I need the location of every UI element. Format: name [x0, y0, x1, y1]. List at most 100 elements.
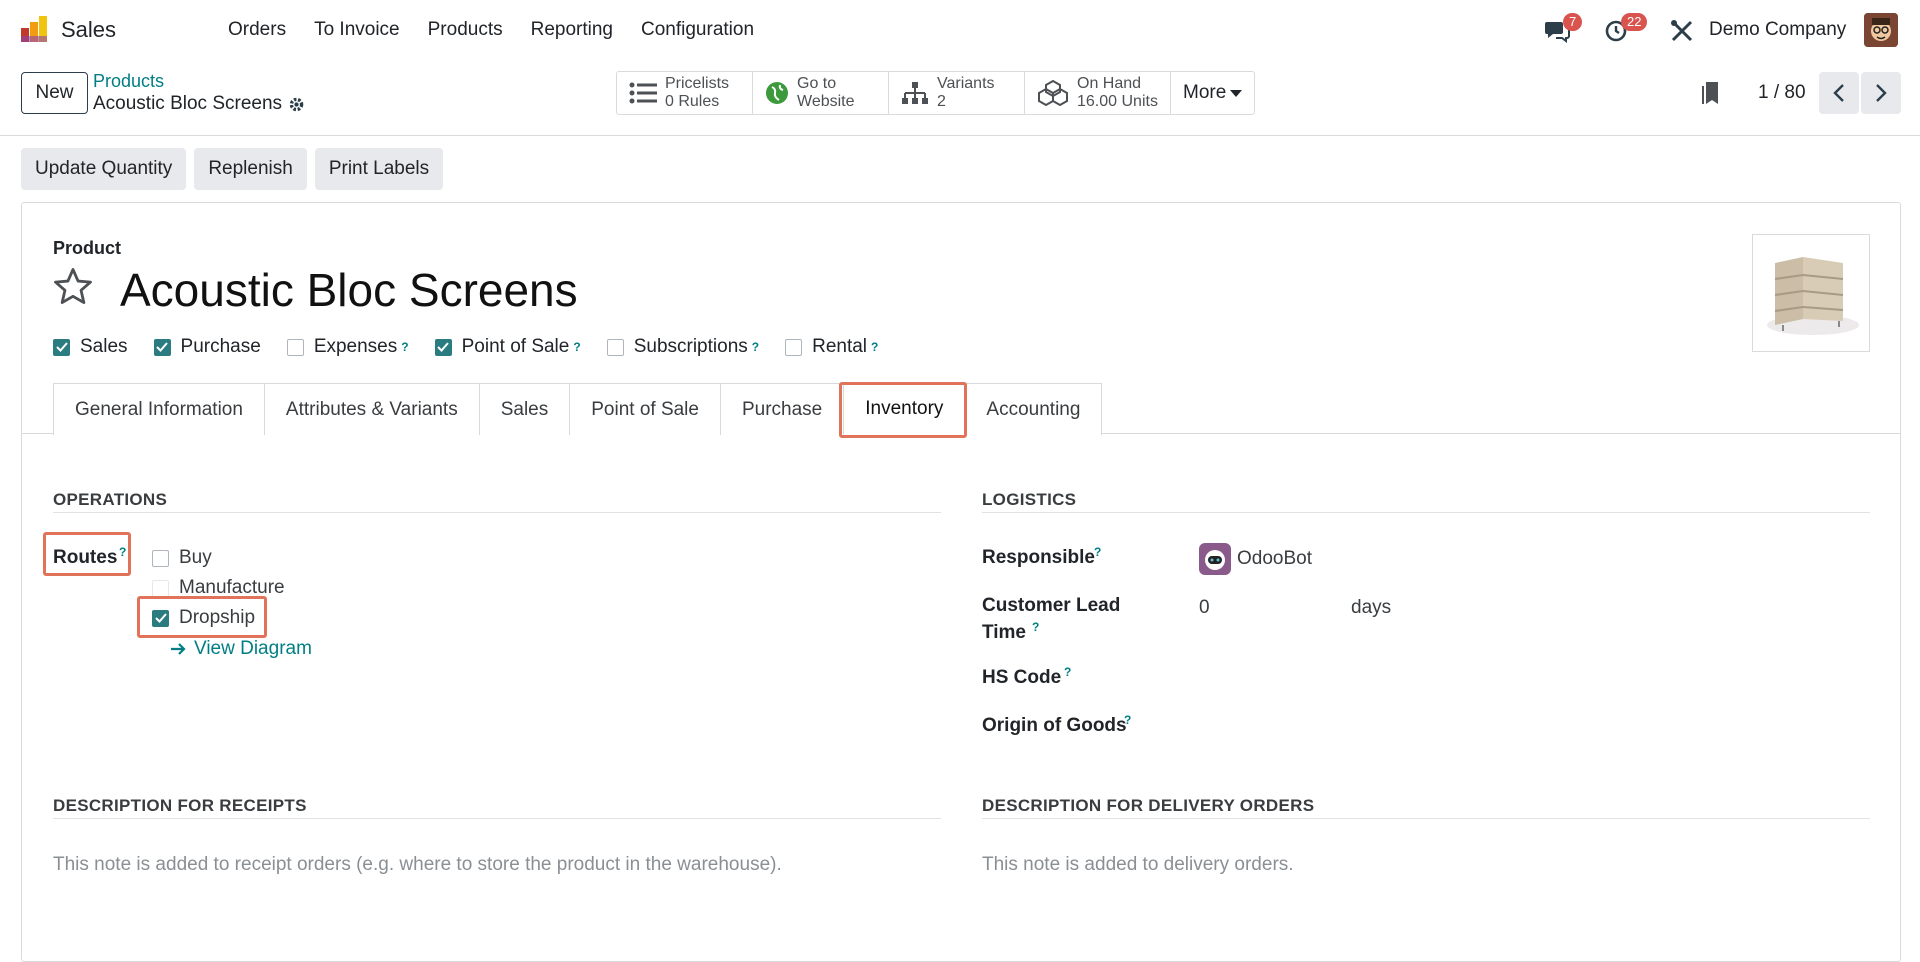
route-dropship[interactable]: Dropship: [152, 607, 255, 629]
receipts-description-title: DESCRIPTION FOR RECEIPTS: [53, 796, 307, 815]
tab-inventory[interactable]: Inventory: [843, 383, 966, 435]
more-button[interactable]: More: [1171, 72, 1254, 114]
variants-button[interactable]: Variants 2: [889, 72, 1025, 114]
lead-time-input[interactable]: 0: [1199, 597, 1210, 619]
new-button[interactable]: New: [21, 72, 88, 114]
hs-code-input[interactable]: [1199, 664, 1499, 692]
website-title: Go to: [797, 75, 837, 92]
globe-icon: [766, 82, 788, 104]
help-icon[interactable]: ?: [401, 340, 408, 354]
product-name[interactable]: Acoustic Bloc Screens: [120, 263, 578, 317]
pager-value[interactable]: 1 / 80: [1758, 82, 1806, 104]
flag-point-of-sale[interactable]: Point of Sale?: [434, 336, 581, 358]
app-logo-icon[interactable]: [19, 14, 49, 44]
product-image[interactable]: [1752, 234, 1870, 352]
menu-products[interactable]: Products: [428, 19, 503, 41]
flag-label: Rental: [812, 336, 868, 357]
breadcrumb-products[interactable]: Products: [93, 71, 164, 92]
user-avatar-icon: [1864, 13, 1898, 47]
route-manufacture[interactable]: Manufacture: [152, 577, 285, 599]
tab-attributes-variants[interactable]: Attributes & Variants: [263, 383, 480, 435]
flag-sales[interactable]: Sales: [53, 336, 128, 358]
flag-label: Point of Sale: [461, 336, 570, 357]
flag-rental[interactable]: Rental?: [785, 336, 878, 358]
receipts-description-input[interactable]: This note is added to receipt orders (e.…: [53, 854, 782, 876]
flag-subscriptions[interactable]: Subscriptions?: [606, 336, 759, 358]
lead-time-label-line-1: Customer Lead: [982, 595, 1121, 616]
checkbox-sales[interactable]: [53, 338, 70, 356]
pricelists-title: Pricelists: [665, 75, 730, 92]
check-icon: [55, 342, 68, 352]
help-icon[interactable]: ?: [1094, 545, 1101, 559]
logistics-title: LOGISTICS: [982, 490, 1077, 509]
variants-value: 2: [937, 93, 946, 110]
update-quantity-button[interactable]: Update Quantity: [21, 148, 187, 190]
menu-to-invoice[interactable]: To Invoice: [314, 19, 400, 41]
menu-reporting[interactable]: Reporting: [531, 19, 613, 41]
product-flags: Sales Purchase Expenses? Point of Sale? …: [53, 336, 904, 358]
chevron-right-icon: [1876, 84, 1887, 102]
tab-accounting[interactable]: Accounting: [964, 383, 1103, 435]
notebook-tabs: General Information Attributes & Variant…: [53, 383, 1103, 435]
checkbox-point-of-sale[interactable]: [434, 338, 452, 356]
operations-title: OPERATIONS: [53, 490, 168, 509]
flag-label: Purchase: [180, 336, 261, 357]
checkbox-purchase[interactable]: [153, 338, 171, 356]
caret-down-icon: [1230, 90, 1243, 97]
help-icon[interactable]: ?: [752, 340, 759, 354]
help-icon[interactable]: ?: [1064, 665, 1071, 679]
responsible-field[interactable]: OdooBot: [1199, 543, 1312, 575]
tools-icon[interactable]: [1669, 18, 1695, 44]
on-hand-button[interactable]: On Hand 16.00 Units: [1025, 72, 1171, 114]
menu-configuration[interactable]: Configuration: [641, 19, 754, 41]
view-diagram-link[interactable]: View Diagram: [170, 638, 312, 660]
breadcrumb-current-label: Acoustic Bloc Screens: [93, 93, 283, 114]
tab-sales[interactable]: Sales: [478, 383, 571, 435]
checkbox-manufacture[interactable]: [152, 579, 169, 597]
route-buy[interactable]: Buy: [152, 547, 212, 569]
routes-label: Routes: [53, 547, 118, 568]
tab-purchase[interactable]: Purchase: [719, 383, 845, 435]
product-label: Product: [53, 238, 122, 258]
pager-next-button[interactable]: [1861, 72, 1901, 114]
control-panel: New Products Acoustic Bloc Screens Price…: [0, 60, 1920, 136]
tab-point-of-sale[interactable]: Point of Sale: [569, 383, 721, 435]
more-label: More: [1183, 82, 1227, 103]
help-icon[interactable]: ?: [871, 340, 878, 354]
flag-expenses[interactable]: Expenses?: [286, 336, 409, 358]
checkbox-subscriptions[interactable]: [606, 338, 624, 356]
help-icon[interactable]: ?: [1032, 620, 1039, 634]
tab-general-information[interactable]: General Information: [53, 383, 265, 435]
app-name[interactable]: Sales: [61, 17, 116, 43]
replenish-button[interactable]: Replenish: [194, 148, 307, 190]
receipts-separator: [53, 818, 941, 819]
delivery-description-input[interactable]: This note is added to delivery orders.: [982, 854, 1294, 876]
user-avatar[interactable]: [1864, 13, 1898, 47]
view-diagram-label: View Diagram: [194, 638, 312, 659]
menu-orders[interactable]: Orders: [228, 19, 286, 41]
gear-icon[interactable]: [288, 96, 305, 113]
help-icon[interactable]: ?: [1124, 713, 1131, 727]
check-icon: [156, 342, 168, 352]
help-icon[interactable]: ?: [573, 340, 580, 354]
print-labels-button[interactable]: Print Labels: [314, 148, 444, 190]
flag-purchase[interactable]: Purchase: [153, 336, 261, 358]
checkbox-dropship[interactable]: [152, 609, 169, 627]
route-label: Dropship: [179, 607, 256, 628]
origin-input[interactable]: [1199, 712, 1499, 740]
sitemap-icon: [902, 82, 928, 104]
star-icon[interactable]: [52, 266, 94, 308]
lead-time-label-line-2: Time: [982, 622, 1027, 643]
go-to-website-button[interactable]: Go to Website: [753, 72, 889, 114]
checkbox-rental[interactable]: [785, 338, 803, 356]
bookmark-icon[interactable]: [1700, 80, 1722, 106]
pricelists-button[interactable]: Pricelists 0 Rules: [617, 72, 753, 114]
checkbox-buy[interactable]: [152, 549, 169, 567]
checkbox-expenses[interactable]: [286, 338, 304, 356]
company-switcher[interactable]: Demo Company: [1709, 19, 1846, 41]
help-icon[interactable]: ?: [119, 545, 126, 559]
cubes-icon: [1038, 80, 1068, 106]
hs-code-label: HS Code: [982, 667, 1062, 688]
pager-previous-button[interactable]: [1819, 72, 1859, 114]
check-icon: [437, 342, 449, 352]
